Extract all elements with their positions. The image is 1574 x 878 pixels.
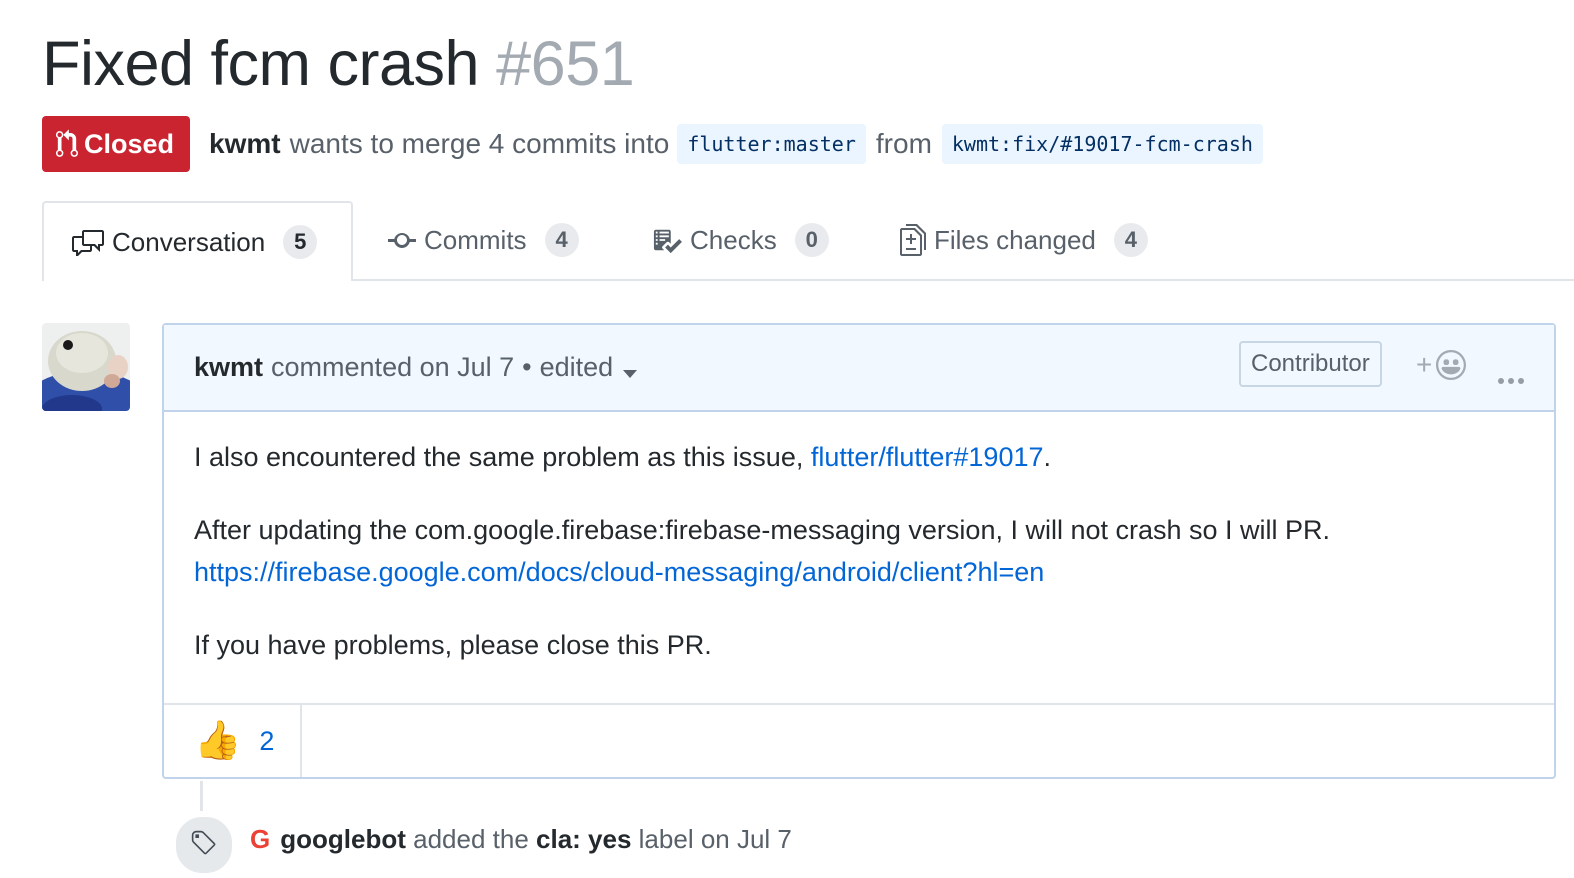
state-badge: Closed xyxy=(42,116,191,172)
comment-header: kwmt commented on Jul 7 • edited Contrib… xyxy=(164,325,1554,412)
head-branch[interactable]: kwmt:fix/#19017-fcm-crash xyxy=(941,124,1263,164)
git-commit-icon xyxy=(388,233,416,248)
google-logo-icon: G xyxy=(250,824,271,854)
tab-files-changed-label: Files changed xyxy=(934,224,1096,255)
tab-commits[interactable]: Commits 4 xyxy=(388,201,579,279)
issue-link[interactable]: flutter/flutter#19017 xyxy=(811,442,1044,472)
comment-paragraph-3: If you have problems, please close this … xyxy=(194,630,712,660)
pr-title-text: Fixed fcm crash xyxy=(42,29,480,99)
avatar[interactable] xyxy=(42,323,130,411)
event-label[interactable]: cla: yes xyxy=(536,824,631,854)
merge-summary: kwmt wants to merge 4 commits into flutt… xyxy=(209,124,1271,164)
p1-end: . xyxy=(1043,442,1052,472)
p2-text: After updating the com.google.firebase:f… xyxy=(194,515,1331,545)
comment-discussion-icon xyxy=(72,230,104,256)
merge-text: wants to merge 4 commits into xyxy=(289,128,670,159)
state-label: Closed xyxy=(84,128,175,159)
tab-conversation-count: 5 xyxy=(283,225,318,259)
comment-author-link[interactable]: kwmt xyxy=(194,352,263,383)
diff-icon xyxy=(900,224,926,256)
pr-tabs: Conversation 5 Commits 4 Checks 0 Files … xyxy=(42,201,1574,281)
chevron-down-icon xyxy=(623,370,638,378)
docs-link[interactable]: https://firebase.google.com/docs/cloud-m… xyxy=(194,557,1044,587)
comment-timestamp[interactable]: commented on Jul 7 xyxy=(271,352,514,383)
comment-paragraph-1: I also encountered the same problem as t… xyxy=(194,436,1524,478)
edited-label: edited xyxy=(539,352,614,382)
tab-files-changed-count: 4 xyxy=(1113,223,1148,257)
p1-text: I also encountered the same problem as t… xyxy=(194,442,811,472)
tab-files-changed[interactable]: Files changed 4 xyxy=(900,201,1148,279)
tab-conversation-label: Conversation xyxy=(112,226,266,257)
event-suffix: label on Jul 7 xyxy=(638,824,792,854)
reactions-bar: 👍 2 xyxy=(164,705,1554,777)
tab-checks[interactable]: Checks 0 xyxy=(652,201,829,279)
pr-title: Fixed fcm crash #651 xyxy=(42,28,635,100)
tab-commits-label: Commits xyxy=(424,224,527,255)
kebab-horizontal-icon xyxy=(1498,378,1524,384)
reaction-count: 2 xyxy=(259,725,275,756)
event-author-link[interactable]: googlebot xyxy=(280,824,406,854)
avatar-image xyxy=(42,323,130,411)
edited-dropdown[interactable]: edited xyxy=(540,352,638,383)
add-reaction-button[interactable]: + xyxy=(1416,349,1467,381)
separator-dot: • xyxy=(522,352,532,382)
pr-author-link[interactable]: kwmt xyxy=(209,128,281,160)
pr-number: #651 xyxy=(496,29,635,99)
smiley-icon xyxy=(1436,350,1467,380)
pr-meta: Closed kwmt wants to merge 4 commits int… xyxy=(42,116,1271,172)
base-branch[interactable]: flutter:master xyxy=(677,124,866,164)
checklist-icon xyxy=(653,229,682,254)
plus-label: + xyxy=(1416,349,1433,380)
thumbs-up-reaction-button[interactable]: 👍 2 xyxy=(164,705,302,777)
tag-icon xyxy=(191,830,216,855)
label-event-badge xyxy=(174,815,234,875)
from-word: from xyxy=(875,128,932,159)
git-pull-request-icon xyxy=(56,129,78,157)
more-options-button[interactable] xyxy=(1497,361,1525,392)
label-event: Ggooglebot added the cla: yes label on J… xyxy=(250,824,792,855)
thumbs-up-icon: 👍 xyxy=(194,720,242,762)
event-action: added the xyxy=(413,824,529,854)
comment-box: kwmt commented on Jul 7 • edited Contrib… xyxy=(162,323,1556,779)
tab-conversation[interactable]: Conversation 5 xyxy=(42,201,353,281)
comment-body: I also encountered the same problem as t… xyxy=(164,412,1554,705)
timeline-line xyxy=(200,781,203,811)
tab-checks-label: Checks xyxy=(690,224,777,255)
tab-checks-count: 0 xyxy=(794,223,829,257)
comment-paragraph-2: After updating the com.google.firebase:f… xyxy=(194,509,1524,593)
tab-commits-count: 4 xyxy=(544,223,579,257)
contributor-badge: Contributor xyxy=(1239,341,1382,387)
